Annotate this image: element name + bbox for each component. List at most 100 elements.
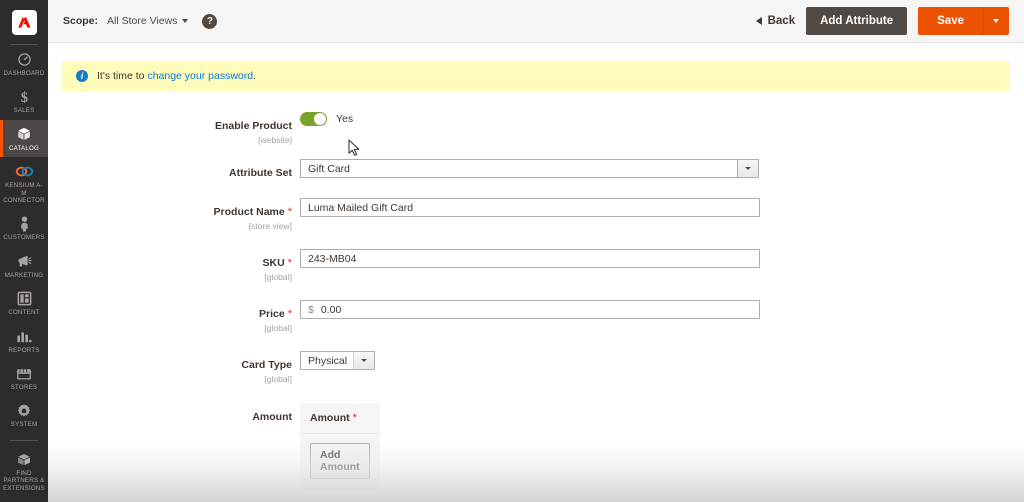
field-sku: SKU * [global] 243-MB04 bbox=[48, 249, 1024, 283]
dashboard-icon bbox=[1, 51, 47, 68]
attribute-set-input[interactable]: Gift Card bbox=[300, 159, 737, 178]
package-icon bbox=[1, 451, 47, 468]
sidebar-item-label: Find Partners & Extensions bbox=[3, 469, 45, 492]
sidebar-item-marketing[interactable]: Marketing bbox=[0, 247, 48, 284]
sku-input[interactable]: 243-MB04 bbox=[300, 249, 760, 268]
field-product-name: Product Name * [store view] Luma Mailed G… bbox=[48, 198, 1024, 232]
product-name-input[interactable]: Luma Mailed Gift Card bbox=[300, 198, 760, 217]
sidebar-item-sales[interactable]: $ Sales bbox=[0, 82, 48, 119]
scope-switcher[interactable]: Scope: All Store Views ? bbox=[48, 13, 218, 29]
sidebar-item-customers[interactable]: Customers bbox=[0, 209, 48, 246]
field-attribute-set: Attribute Set Gift Card bbox=[48, 159, 1024, 181]
price-input[interactable]: $ 0.00 bbox=[300, 300, 760, 319]
sidebar-item-label: Content bbox=[8, 309, 40, 317]
amount-panel-body: Add Amount bbox=[300, 434, 380, 490]
field-card-type: Card Type [global] Physical bbox=[48, 351, 1024, 385]
required-asterisk: * bbox=[287, 308, 292, 320]
arrow-left-icon bbox=[755, 17, 762, 25]
sidebar-item-dashboard[interactable]: Dashboard bbox=[0, 45, 48, 82]
field-control: Luma Mailed Gift Card bbox=[300, 198, 1024, 217]
sidebar-item-stores[interactable]: Stores bbox=[0, 359, 48, 396]
chevron-down-icon bbox=[745, 167, 751, 170]
field-control: Gift Card bbox=[300, 159, 1024, 178]
sidebar-divider-bottom bbox=[10, 439, 38, 441]
sidebar-item-catalog[interactable]: Catalog bbox=[0, 119, 48, 158]
field-label-wrap: Amount bbox=[48, 403, 300, 425]
product-form: Enable Product [website] Yes Attribute S… bbox=[48, 91, 1024, 502]
chevron-down-icon bbox=[361, 359, 367, 362]
toggle-knob bbox=[314, 113, 326, 125]
sidebar-item-label: Reports bbox=[8, 346, 40, 354]
field-label: Attribute Set bbox=[229, 167, 292, 179]
sidebar-item-kensium-am-connector[interactable]: Kensium A-M Connector bbox=[0, 157, 48, 209]
required-asterisk: * bbox=[352, 412, 357, 424]
notice-text-before: It's time to bbox=[97, 70, 148, 82]
enable-product-toggle[interactable] bbox=[300, 112, 327, 126]
sidebar-item-reports[interactable]: Reports bbox=[0, 322, 48, 359]
sidebar-item-system[interactable]: System bbox=[0, 396, 48, 433]
add-amount-button[interactable]: Add Amount bbox=[310, 443, 370, 479]
sidebar-item-content[interactable]: Content bbox=[0, 284, 48, 321]
back-button-label: Back bbox=[767, 15, 796, 27]
amount-panel-header: Amount * bbox=[300, 403, 380, 434]
back-button[interactable]: Back bbox=[755, 15, 796, 27]
password-change-notice: i It's time to change your password. bbox=[62, 61, 1010, 91]
field-price: Price * [global] $ 0.00 bbox=[48, 300, 1024, 334]
field-label-wrap: Enable Product [website] bbox=[48, 112, 300, 146]
save-button-group: Save bbox=[918, 7, 1009, 35]
chevron-down-icon bbox=[182, 19, 189, 23]
scope-value[interactable]: All Store Views bbox=[107, 15, 189, 27]
sidebar-item-label: Catalog bbox=[8, 144, 40, 152]
attribute-set-dropdown-button[interactable] bbox=[737, 159, 759, 178]
currency-symbol: $ bbox=[308, 303, 314, 316]
amount-panel: Amount * Add Amount bbox=[300, 403, 380, 490]
field-control: Yes bbox=[300, 112, 1024, 126]
field-control: Amount * Add Amount bbox=[300, 403, 1024, 490]
enable-product-toggle-wrap: Yes bbox=[300, 112, 353, 126]
field-enable-product: Enable Product [website] Yes bbox=[48, 112, 1024, 146]
store-icon bbox=[1, 365, 47, 382]
field-label: SKU bbox=[262, 257, 285, 269]
save-dropdown-button[interactable] bbox=[983, 7, 1009, 35]
field-label-wrap: Price * [global] bbox=[48, 300, 300, 334]
field-label-wrap: Product Name * [store view] bbox=[48, 198, 300, 232]
add-attribute-button[interactable]: Add Attribute bbox=[806, 7, 908, 35]
adobe-logo[interactable] bbox=[0, 0, 48, 44]
field-control: $ 0.00 bbox=[300, 300, 1024, 319]
sidebar-item-label: Kensium A-M Connector bbox=[3, 182, 45, 205]
question-mark-icon[interactable]: ? bbox=[202, 13, 218, 29]
field-label: Card Type bbox=[241, 359, 292, 371]
field-label: Enable Product bbox=[214, 120, 292, 132]
field-scope: [global] bbox=[264, 374, 292, 384]
field-scope: [global] bbox=[264, 272, 292, 282]
card-type-select[interactable]: Physical bbox=[300, 351, 375, 370]
bar-chart-icon bbox=[1, 328, 47, 345]
toggle-state-label: Yes bbox=[336, 113, 354, 125]
field-label: Product Name bbox=[213, 206, 285, 218]
field-control: 243-MB04 bbox=[300, 249, 1024, 268]
chevron-down-icon bbox=[993, 19, 999, 23]
price-value: 0.00 bbox=[320, 303, 342, 316]
sidebar-item-find-partners-extensions[interactable]: Find Partners & Extensions bbox=[0, 445, 48, 497]
megaphone-icon bbox=[1, 253, 47, 270]
sidebar-item-label: Marketing bbox=[4, 271, 44, 279]
layout-icon bbox=[1, 290, 47, 307]
link-icon bbox=[1, 163, 47, 180]
save-button[interactable]: Save bbox=[918, 7, 983, 35]
magento-admin-product-page: Dashboard $ Sales Catalog Kensium A-M Co… bbox=[0, 0, 1024, 502]
notice-text: It's time to change your password. bbox=[97, 70, 256, 82]
field-label: Price bbox=[259, 308, 285, 320]
svg-text:$: $ bbox=[20, 90, 27, 105]
required-asterisk: * bbox=[287, 257, 292, 269]
dollar-icon: $ bbox=[1, 88, 47, 105]
page-action-bar: Scope: All Store Views ? Back Add Attrib… bbox=[48, 0, 1024, 43]
field-label-wrap: SKU * [global] bbox=[48, 249, 300, 283]
field-label: Amount bbox=[252, 411, 292, 423]
gear-icon bbox=[1, 402, 47, 419]
field-scope: [global] bbox=[264, 323, 292, 333]
field-scope: [website] bbox=[258, 135, 292, 145]
main-content: Scope: All Store Views ? Back Add Attrib… bbox=[48, 0, 1024, 502]
card-type-dropdown-button[interactable] bbox=[353, 352, 374, 369]
change-password-link[interactable]: change your password bbox=[147, 70, 253, 82]
box-icon bbox=[1, 126, 47, 143]
